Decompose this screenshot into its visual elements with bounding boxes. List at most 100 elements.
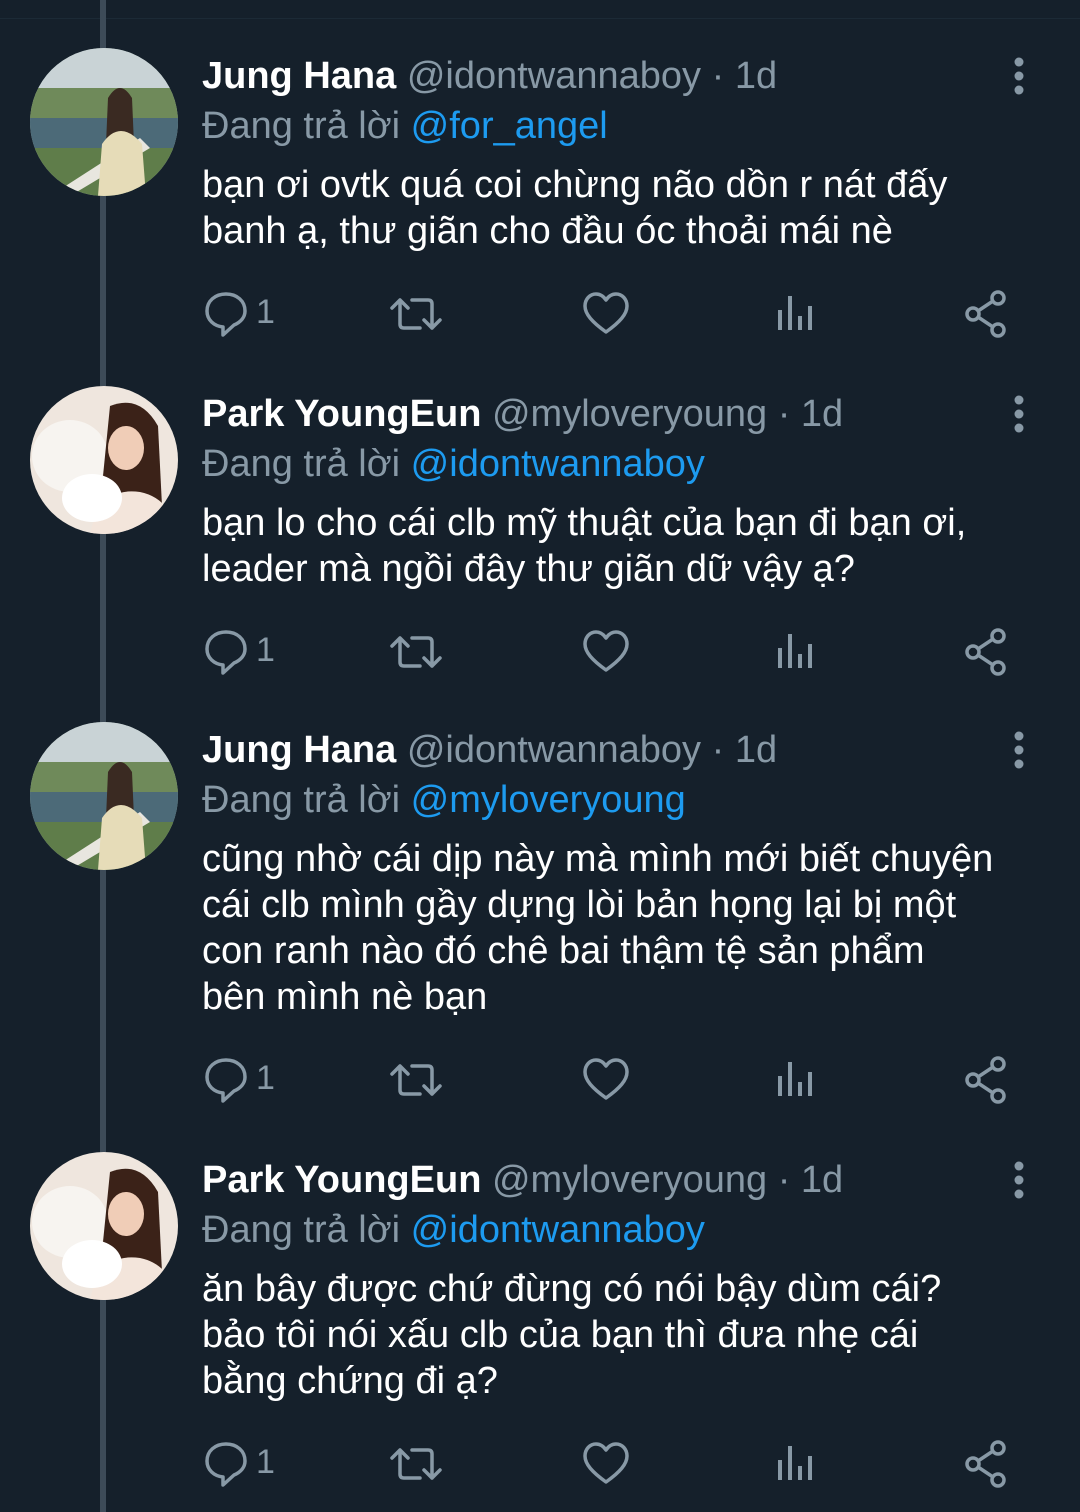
reply-icon xyxy=(202,284,302,344)
heart-icon xyxy=(582,284,630,344)
avatar[interactable] xyxy=(30,722,178,870)
replying-to: Đang trả lời @idontwannaboy xyxy=(202,440,705,488)
share-icon xyxy=(964,622,1008,682)
replying-to-mention[interactable]: @for_angel xyxy=(411,105,608,147)
separator: · xyxy=(711,729,725,771)
username[interactable]: @myloveryoung xyxy=(492,393,767,435)
tweet-header: Jung Hana @idontwannaboy · 1d xyxy=(202,726,777,778)
avatar[interactable] xyxy=(30,1152,178,1300)
replying-to-mention[interactable]: @myloveryoung xyxy=(411,779,686,821)
more-vertical-icon[interactable] xyxy=(1004,394,1034,434)
heart-icon xyxy=(582,1050,630,1110)
reply-button[interactable]: 1 xyxy=(202,1434,302,1494)
more-vertical-icon[interactable] xyxy=(1004,1160,1034,1200)
avatar[interactable] xyxy=(30,386,178,534)
heart-icon xyxy=(582,622,630,682)
tweet-text: cũng nhờ cái dịp này mà mình mới biết ch… xyxy=(202,836,1042,1020)
timestamp[interactable]: 1d xyxy=(801,1159,843,1201)
tweet-actions: 1 xyxy=(0,284,1080,344)
retweet-button[interactable] xyxy=(388,284,444,344)
retweet-icon xyxy=(388,622,444,682)
reply-button[interactable]: 1 xyxy=(202,1050,302,1110)
tweet-text-line: ăn bây được chứ đừng có nói bậy dùm cái? xyxy=(202,1268,942,1310)
analytics-icon xyxy=(776,1434,816,1494)
reply-icon xyxy=(202,1050,302,1110)
replying-to: Đang trả lời @idontwannaboy xyxy=(202,1206,705,1254)
tweet-text-line: bảo tôi nói xấu clb của bạn thì đưa nhẹ … xyxy=(202,1314,919,1356)
reply-count: 1 xyxy=(256,293,275,331)
retweet-icon xyxy=(388,284,444,344)
tweet-text: ăn bây được chứ đừng có nói bậy dùm cái?… xyxy=(202,1266,1042,1404)
separator: · xyxy=(711,55,725,97)
like-button[interactable] xyxy=(582,1434,630,1494)
analytics-button[interactable] xyxy=(776,622,816,682)
analytics-icon xyxy=(776,622,816,682)
share-icon xyxy=(964,1050,1008,1110)
reply-icon xyxy=(202,622,302,682)
retweet-button[interactable] xyxy=(388,1050,444,1110)
reply-count: 1 xyxy=(256,1059,275,1097)
analytics-icon xyxy=(776,1050,816,1110)
tweet-text-line: bên mình nè bạn xyxy=(202,976,488,1018)
more-vertical-icon[interactable] xyxy=(1004,730,1034,770)
reply-button[interactable]: 1 xyxy=(202,622,302,682)
tweet-text-line: con ranh nào đó chê bai thậm tệ sản phẩm xyxy=(202,930,925,972)
share-icon xyxy=(964,1434,1008,1494)
more-vertical-icon[interactable] xyxy=(1004,56,1034,96)
replying-to-label: Đang trả lời xyxy=(202,105,401,147)
timestamp[interactable]: 1d xyxy=(735,55,777,97)
reply-count: 1 xyxy=(256,1443,275,1481)
tweet-actions: 1 xyxy=(0,622,1080,682)
tweet-text: bạn ơi ovtk quá coi chừng não dồn r nát … xyxy=(202,162,1042,254)
display-name[interactable]: Jung Hana xyxy=(202,55,396,97)
username[interactable]: @idontwannaboy xyxy=(407,729,701,771)
retweet-button[interactable] xyxy=(388,1434,444,1494)
analytics-button[interactable] xyxy=(776,284,816,344)
timestamp[interactable]: 1d xyxy=(801,393,843,435)
tweet-text-line: banh ạ, thư giãn cho đầu óc thoải mái nè xyxy=(202,210,893,252)
timestamp[interactable]: 1d xyxy=(735,729,777,771)
retweet-icon xyxy=(388,1434,444,1494)
avatar[interactable] xyxy=(30,48,178,196)
heart-icon xyxy=(582,1434,630,1494)
tweet-header: Park YoungEun @myloveryoung · 1d xyxy=(202,1156,843,1208)
analytics-button[interactable] xyxy=(776,1434,816,1494)
share-button[interactable] xyxy=(964,622,1008,682)
top-bar xyxy=(0,0,1080,19)
username[interactable]: @myloveryoung xyxy=(492,1159,767,1201)
like-button[interactable] xyxy=(582,1050,630,1110)
tweet-header: Jung Hana @idontwannaboy · 1d xyxy=(202,52,777,104)
like-button[interactable] xyxy=(582,284,630,344)
replying-to: Đang trả lời @for_angel xyxy=(202,102,608,150)
tweet-text-line: bằng chứng đi ạ? xyxy=(202,1360,498,1402)
display-name[interactable]: Park YoungEun xyxy=(202,1159,481,1201)
share-button[interactable] xyxy=(964,1050,1008,1110)
analytics-button[interactable] xyxy=(776,1050,816,1110)
display-name[interactable]: Park YoungEun xyxy=(202,393,481,435)
tweet-actions: 1 xyxy=(0,1434,1080,1494)
replying-to-label: Đang trả lời xyxy=(202,1209,401,1251)
replying-to-mention[interactable]: @idontwannaboy xyxy=(411,1209,705,1251)
analytics-icon xyxy=(776,284,816,344)
share-button[interactable] xyxy=(964,1434,1008,1494)
replying-to-label: Đang trả lời xyxy=(202,779,401,821)
like-button[interactable] xyxy=(582,622,630,682)
username[interactable]: @idontwannaboy xyxy=(407,55,701,97)
replying-to: Đang trả lời @myloveryoung xyxy=(202,776,686,824)
replying-to-label: Đang trả lời xyxy=(202,443,401,485)
tweet-actions: 1 xyxy=(0,1050,1080,1110)
separator: · xyxy=(777,1159,791,1201)
reply-button[interactable]: 1 xyxy=(202,284,302,344)
reply-count: 1 xyxy=(256,631,275,669)
share-icon xyxy=(964,284,1008,344)
retweet-icon xyxy=(388,1050,444,1110)
retweet-button[interactable] xyxy=(388,622,444,682)
replying-to-mention[interactable]: @idontwannaboy xyxy=(411,443,705,485)
tweet-text-line: leader mà ngồi đây thư giãn dữ vậy ạ? xyxy=(202,548,855,590)
tweet-text: bạn lo cho cái clb mỹ thuật của bạn đi b… xyxy=(202,500,1042,592)
share-button[interactable] xyxy=(964,284,1008,344)
display-name[interactable]: Jung Hana xyxy=(202,729,396,771)
tweet-text-line: cái clb mình gầy dựng lòi bản họng lại b… xyxy=(202,884,957,926)
tweet-text-line: bạn ơi ovtk quá coi chừng não dồn r nát … xyxy=(202,164,948,206)
tweet-text-line: cũng nhờ cái dịp này mà mình mới biết ch… xyxy=(202,838,994,880)
